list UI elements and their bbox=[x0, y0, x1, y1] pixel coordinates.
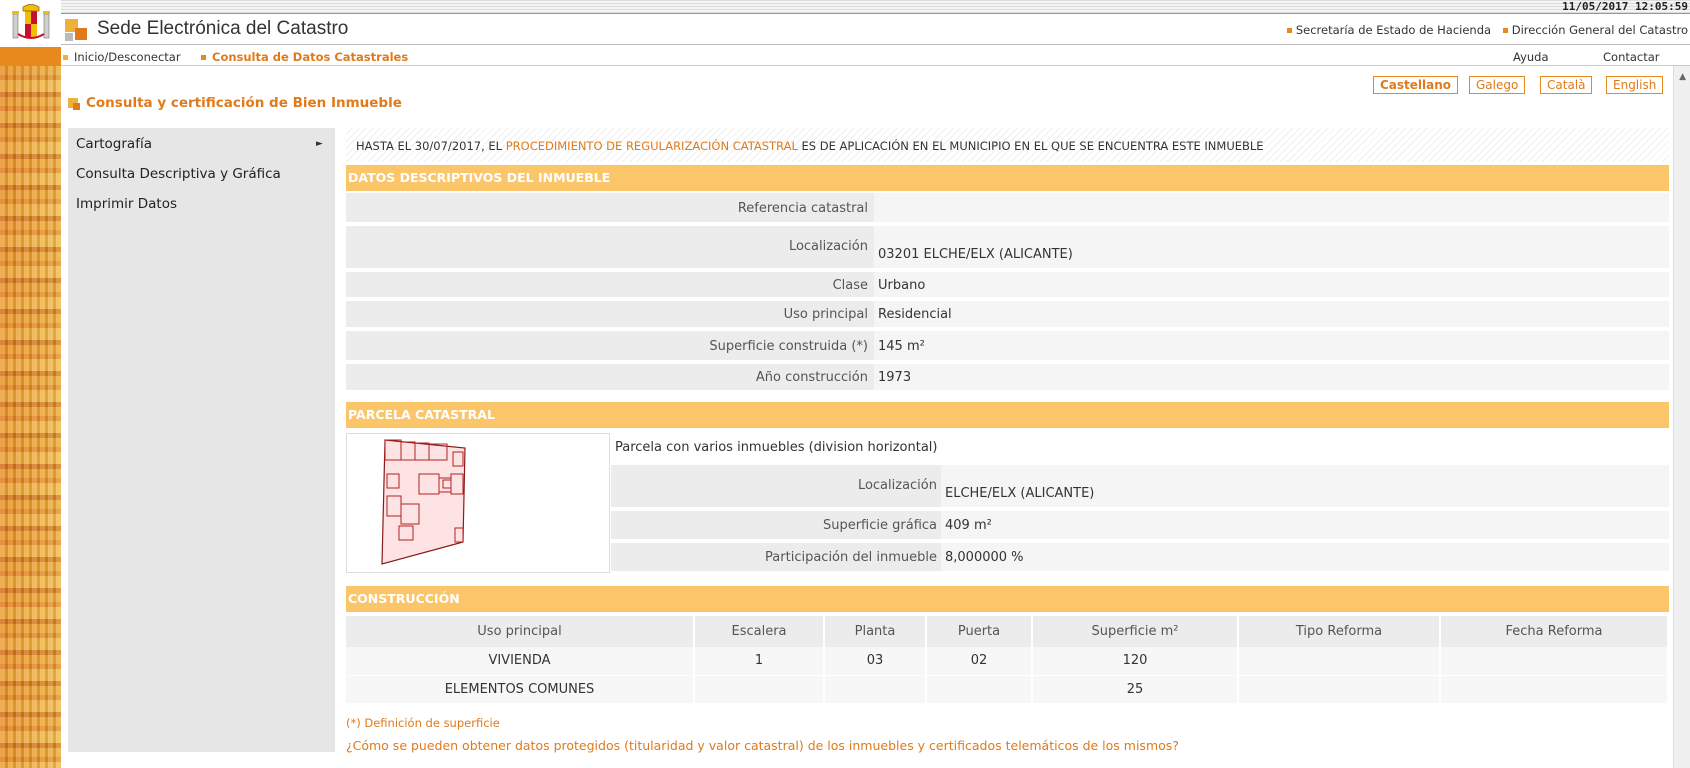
datetime: 11/05/2017 12:05:59 bbox=[1562, 0, 1688, 13]
cell: 25 bbox=[1032, 675, 1239, 704]
col-tipo-reforma: Tipo Reforma bbox=[1238, 616, 1441, 647]
parcel-row-superficie: Superficie gráfica 409 m² bbox=[611, 511, 1669, 541]
cell bbox=[824, 675, 927, 704]
row-value: Urbano bbox=[878, 278, 926, 293]
nav-consulta[interactable]: Consulta de Datos Catastrales bbox=[201, 50, 408, 64]
row-superficie: Superficie construida (*) 145 m² bbox=[346, 331, 1669, 362]
col-fecha-reforma: Fecha Reforma bbox=[1440, 616, 1669, 647]
row-value: 145 m² bbox=[878, 339, 925, 354]
row-label: Superficie gráfica bbox=[611, 511, 941, 539]
col-superficie: Superficie m² bbox=[1032, 616, 1239, 647]
parcel-description-row: Parcela con varios inmuebles (division h… bbox=[611, 433, 1669, 463]
row-value: 8,000000 % bbox=[945, 550, 1024, 565]
lang-galego[interactable]: Galego bbox=[1469, 76, 1526, 94]
notice-link[interactable]: PROCEDIMIENTO DE REGULARIZACIÓN CATASTRA… bbox=[506, 139, 798, 153]
row-value: ELCHE/ELX (ALICANTE) bbox=[945, 486, 1095, 501]
nav-consulta-label: Consulta de Datos Catastrales bbox=[212, 50, 409, 64]
row-label: Localización bbox=[346, 226, 874, 268]
row-value: Residencial bbox=[878, 307, 952, 322]
coat-of-arms-logo bbox=[0, 0, 61, 47]
row-label: Localización bbox=[611, 465, 941, 507]
section-construccion-title: CONSTRUCCIÓN bbox=[346, 586, 1669, 612]
cell: 03 bbox=[824, 647, 927, 676]
city-photo-strip bbox=[0, 66, 61, 768]
row-label: Uso principal bbox=[346, 301, 874, 327]
col-puerta: Puerta bbox=[926, 616, 1033, 647]
row-label: Participación del inmueble bbox=[611, 543, 941, 571]
section-datos-title: DATOS DESCRIPTIVOS DEL INMUEBLE bbox=[346, 165, 1669, 191]
protected-data-link[interactable]: ¿Cómo se pueden obtener datos protegidos… bbox=[346, 738, 1179, 753]
lang-castellano[interactable]: Castellano bbox=[1373, 76, 1459, 94]
definition-link[interactable]: (*) Definición de superficie bbox=[346, 716, 500, 730]
sidebar-item-imprimir[interactable]: Imprimir Datos bbox=[76, 196, 177, 212]
link-secretaria[interactable]: Secretaría de Estado de Hacienda bbox=[1296, 23, 1491, 37]
page-title: Consulta y certificación de Bien Inmuebl… bbox=[68, 95, 402, 111]
header-links: Secretaría de Estado de Hacienda Direcci… bbox=[1279, 23, 1688, 37]
row-referencia: Referencia catastral bbox=[346, 193, 1669, 224]
row-value: 1973 bbox=[878, 370, 912, 385]
cell bbox=[926, 675, 1033, 704]
sidebar: Cartografía ► Consulta Descriptiva y Grá… bbox=[68, 128, 335, 752]
lang-catala[interactable]: Català bbox=[1540, 76, 1593, 94]
row-label: Superficie construida (*) bbox=[346, 331, 874, 360]
nav-help[interactable]: Ayuda bbox=[1513, 50, 1549, 64]
section-parcela-title: PARCELA CATASTRAL bbox=[346, 402, 1669, 428]
left-accent-bar bbox=[0, 47, 61, 66]
sidebar-item-consulta[interactable]: Consulta Descriptiva y Gráfica bbox=[76, 166, 281, 182]
row-anio: Año construcción 1973 bbox=[346, 364, 1669, 392]
table-row: VIVIENDA 1 03 02 120 bbox=[346, 647, 1669, 676]
bullet-icon bbox=[1286, 28, 1292, 33]
cell bbox=[1238, 647, 1441, 676]
scroll-up-icon[interactable]: ▲ bbox=[1679, 72, 1686, 82]
nav-home[interactable]: Inicio/Desconectar bbox=[63, 50, 181, 64]
col-planta: Planta bbox=[824, 616, 927, 647]
bullet-icon bbox=[1502, 28, 1508, 33]
nav-bar: Inicio/Desconectar Consulta de Datos Cat… bbox=[61, 47, 1690, 66]
bullet-icon bbox=[201, 55, 206, 60]
title-icon bbox=[68, 98, 80, 110]
site-title: Sede Electrónica del Catastro bbox=[97, 18, 349, 39]
top-bar: 11/05/2017 12:05:59 bbox=[61, 0, 1690, 14]
cell bbox=[1440, 675, 1669, 704]
cell: 02 bbox=[926, 647, 1033, 676]
parcel-row-participacion: Participación del inmueble 8,000000 % bbox=[611, 543, 1669, 573]
parcel-description: Parcela con varios inmuebles (division h… bbox=[615, 440, 938, 455]
page-title-text: Consulta y certificación de Bien Inmuebl… bbox=[86, 95, 402, 111]
col-uso: Uso principal bbox=[346, 616, 695, 647]
table-row: ELEMENTOS COMUNES 25 bbox=[346, 675, 1669, 704]
cell bbox=[694, 675, 825, 704]
row-localizacion: Localización 03201 ELCHE/ELX (ALICANTE) bbox=[346, 226, 1669, 270]
cell bbox=[1440, 647, 1669, 676]
parcel-row-localizacion: Localización ELCHE/ELX (ALICANTE) bbox=[611, 465, 1669, 509]
row-label: Referencia catastral bbox=[346, 193, 874, 222]
cell: 120 bbox=[1032, 647, 1239, 676]
row-value: 03201 ELCHE/ELX (ALICANTE) bbox=[878, 247, 1073, 262]
notice-text-start: HASTA EL 30/07/2017, EL bbox=[356, 139, 506, 153]
nav-home-label: Inicio/Desconectar bbox=[74, 50, 181, 64]
col-escalera: Escalera bbox=[694, 616, 825, 647]
nav-contact[interactable]: Contactar bbox=[1603, 50, 1660, 64]
parcel-map[interactable] bbox=[346, 433, 610, 573]
row-label: Año construcción bbox=[346, 364, 874, 390]
sidebar-item-cartografia[interactable]: Cartografía bbox=[76, 136, 152, 152]
notice-text-end: ES DE APLICACIÓN EN EL MUNICIPIO EN EL Q… bbox=[797, 139, 1264, 153]
link-direccion-general[interactable]: Dirección General del Catastro bbox=[1512, 23, 1688, 37]
table-header-row: Uso principal Escalera Planta Puerta Sup… bbox=[346, 616, 1669, 647]
chevron-right-icon[interactable]: ► bbox=[316, 139, 323, 149]
row-label: Clase bbox=[346, 272, 874, 297]
header: Sede Electrónica del Catastro Secretaría… bbox=[61, 15, 1690, 45]
cell: ELEMENTOS COMUNES bbox=[346, 675, 695, 704]
cell bbox=[1238, 675, 1441, 704]
row-clase: Clase Urbano bbox=[346, 272, 1669, 299]
scrollbar[interactable] bbox=[1673, 66, 1690, 768]
lang-english[interactable]: English bbox=[1606, 76, 1664, 94]
row-uso: Uso principal Residencial bbox=[346, 301, 1669, 329]
cell: VIVIENDA bbox=[346, 647, 695, 676]
notice-banner: HASTA EL 30/07/2017, EL PROCEDIMIENTO DE… bbox=[346, 128, 1669, 162]
bullet-icon bbox=[63, 55, 68, 60]
row-value: 409 m² bbox=[945, 518, 992, 533]
construction-table: Uso principal Escalera Planta Puerta Sup… bbox=[346, 616, 1669, 704]
cell: 1 bbox=[694, 647, 825, 676]
catastro-logo-icon bbox=[65, 19, 87, 41]
